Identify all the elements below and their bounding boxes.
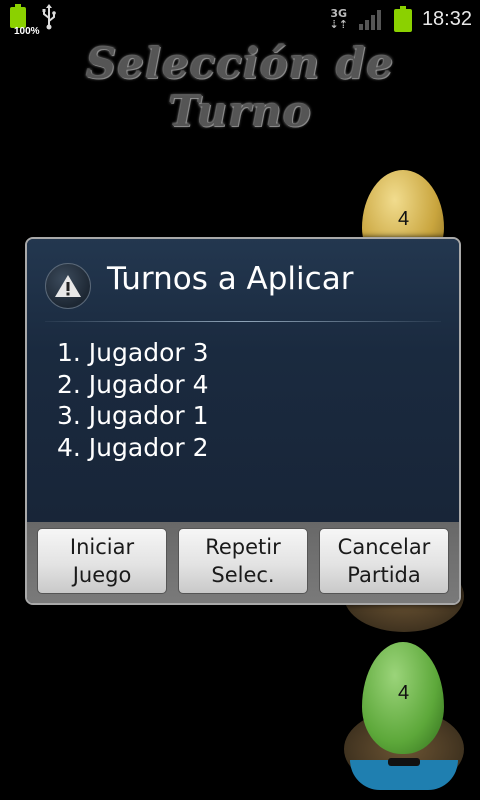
dialog-button-bar: Iniciar Juego Repetir Selec. Cancelar Pa…: [27, 522, 459, 603]
battery-icon: [393, 6, 412, 32]
signal-strength-icon: [358, 10, 381, 30]
egg-number-label: 4: [398, 208, 410, 230]
status-bar: 100% 3G ⇣⇡ 18:32: [0, 0, 480, 38]
usb-icon: [42, 4, 56, 30]
player-egg-bottom[interactable]: 4: [344, 640, 464, 795]
list-item: 3. Jugador 1: [57, 401, 209, 430]
dialog-title: Turnos a Aplicar: [107, 261, 354, 297]
title-divider: [45, 321, 441, 322]
list-item: 4. Jugador 2: [57, 432, 209, 462]
cancel-match-button[interactable]: Cancelar Partida: [319, 528, 449, 594]
list-item: 1. Jugador 3: [57, 338, 209, 367]
screen-title-line-2: Turno: [168, 87, 312, 136]
warning-icon: [45, 263, 91, 309]
network-3g-icon: 3G ⇣⇡: [329, 7, 348, 31]
repeat-selection-button[interactable]: Repetir Selec.: [178, 528, 308, 594]
start-game-button[interactable]: Iniciar Juego: [37, 528, 167, 594]
battery-notification-icon: 100%: [10, 4, 40, 37]
screen-title: Selección de Turno: [40, 40, 440, 136]
sunglasses-icon: [388, 758, 420, 766]
battery-percent-label: 100%: [14, 26, 40, 37]
turn-order-dialog: Turnos a Aplicar 1. Jugador 3 2. Jugador…: [25, 237, 461, 605]
egg-number-label: 4: [398, 682, 410, 704]
dialog-content: Turnos a Aplicar 1. Jugador 3 2. Jugador…: [27, 239, 459, 522]
screen-title-line-1: Selección de: [85, 39, 395, 88]
turn-order-list: 1. Jugador 3 2. Jugador 4 3. Jugador 1 4…: [57, 337, 209, 463]
network-type-label: 3G: [330, 7, 348, 20]
clock: 18:32: [421, 7, 472, 30]
list-item: 2. Jugador 4: [57, 369, 209, 399]
